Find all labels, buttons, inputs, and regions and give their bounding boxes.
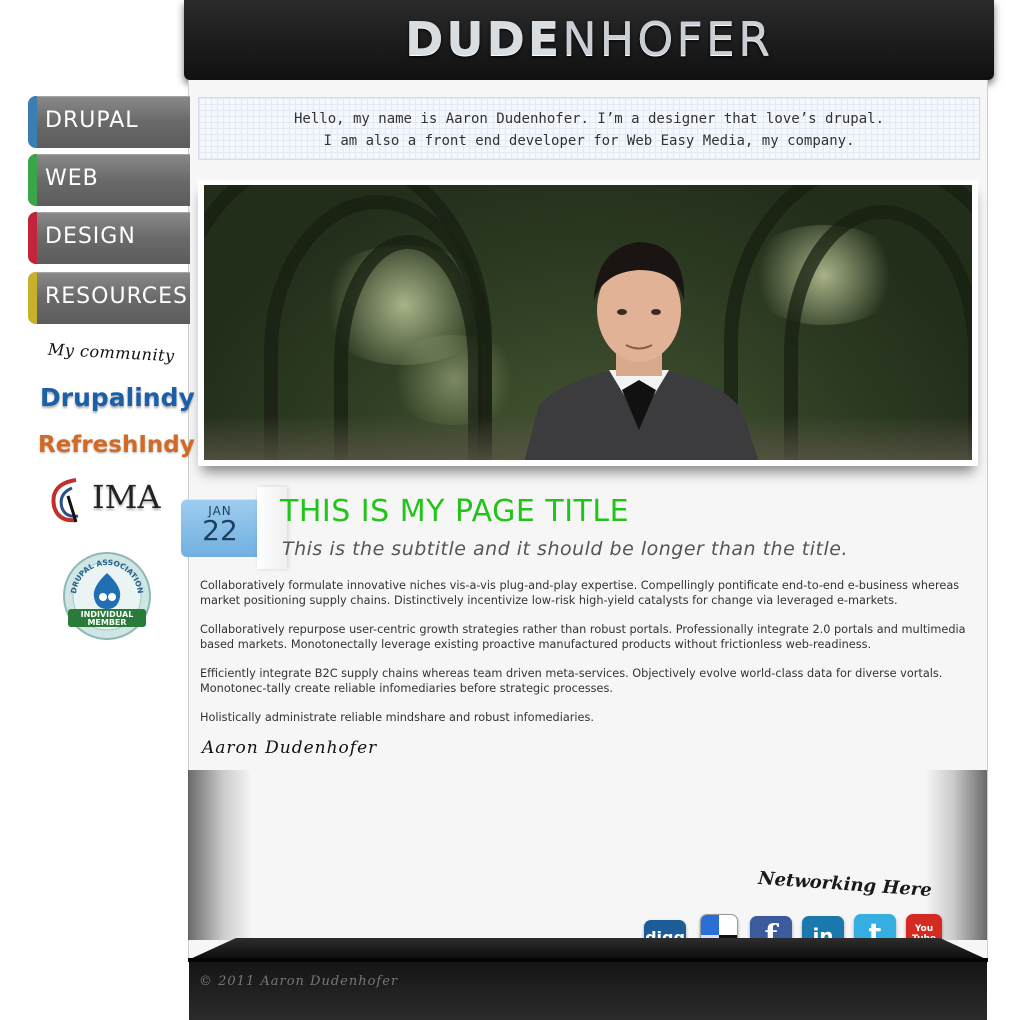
copyright-text: © 2011 Aaron Dudenhofer: [199, 974, 399, 989]
nav-item-label: WEB: [45, 166, 99, 191]
logo-part-2: NHOFER: [562, 12, 773, 66]
logo-part-1: DUDE: [405, 12, 563, 66]
badge-bot-text: MEMBER: [87, 618, 126, 627]
post-paragraph: Holistically administrate reliable minds…: [200, 711, 594, 724]
intro-line-1: Hello, my name is Aaron Dudenhofer. I’m …: [293, 111, 884, 127]
nav-item-label: DESIGN: [45, 224, 136, 249]
shelf: [188, 938, 988, 960]
drupal-association-badge[interactable]: DRUPAL ASSOCIATION INDIVIDUAL MEMBER: [62, 551, 152, 641]
ima-swirl-icon: [51, 478, 79, 523]
nav-accent-stripe: [28, 212, 37, 264]
nav-item-design[interactable]: DESIGN: [28, 212, 190, 264]
drupalindy-logo[interactable]: Drupalindy: [40, 383, 195, 412]
page-subtitle: This is the subtitle and it should be lo…: [282, 538, 848, 560]
nav-item-drupal[interactable]: DRUPAL: [28, 96, 190, 148]
site-header: DUDENHOFER: [184, 0, 994, 80]
intro-box: Hello, my name is Aaron Dudenhofer. I’m …: [198, 97, 980, 160]
page-title: THIS IS MY PAGE TITLE: [280, 494, 630, 529]
community-label: My community: [47, 339, 176, 366]
refreshindy-logo[interactable]: RefreshIndy: [38, 432, 195, 458]
hero-photo-frame: [198, 180, 978, 466]
panel-shade-left: [188, 770, 252, 940]
portrait-person: [524, 242, 759, 460]
site-logo[interactable]: DUDENHOFER: [184, 12, 994, 66]
post-paragraph: Efficiently integrate B2C supply chains …: [200, 667, 943, 695]
nav-item-web[interactable]: WEB: [28, 154, 190, 206]
ima-logo[interactable]: IMA: [92, 478, 161, 516]
author-signature: Aaron Dudenhofer: [202, 738, 378, 758]
nav-item-resources[interactable]: RESOURCES: [28, 272, 190, 324]
post-paragraph: Collaboratively formulate innovative nic…: [200, 579, 960, 607]
nav-accent-stripe: [28, 96, 37, 148]
hero-photo: [204, 185, 972, 460]
post-date-badge: JAN 22: [181, 499, 259, 557]
site-footer: © 2011 Aaron Dudenhofer: [189, 962, 987, 1020]
intro-line-2: I am also a front end developer for Web …: [323, 133, 855, 149]
nav-accent-stripe: [28, 154, 37, 206]
post-date-day: 22: [202, 514, 238, 547]
nav-accent-stripe: [28, 272, 37, 324]
nav-item-label: DRUPAL: [45, 108, 139, 133]
post-paragraph: Collaboratively repurpose user-centric g…: [200, 623, 966, 651]
nav-item-label: RESOURCES: [45, 284, 188, 309]
post-body: Collaboratively formulate innovative nic…: [200, 578, 970, 739]
